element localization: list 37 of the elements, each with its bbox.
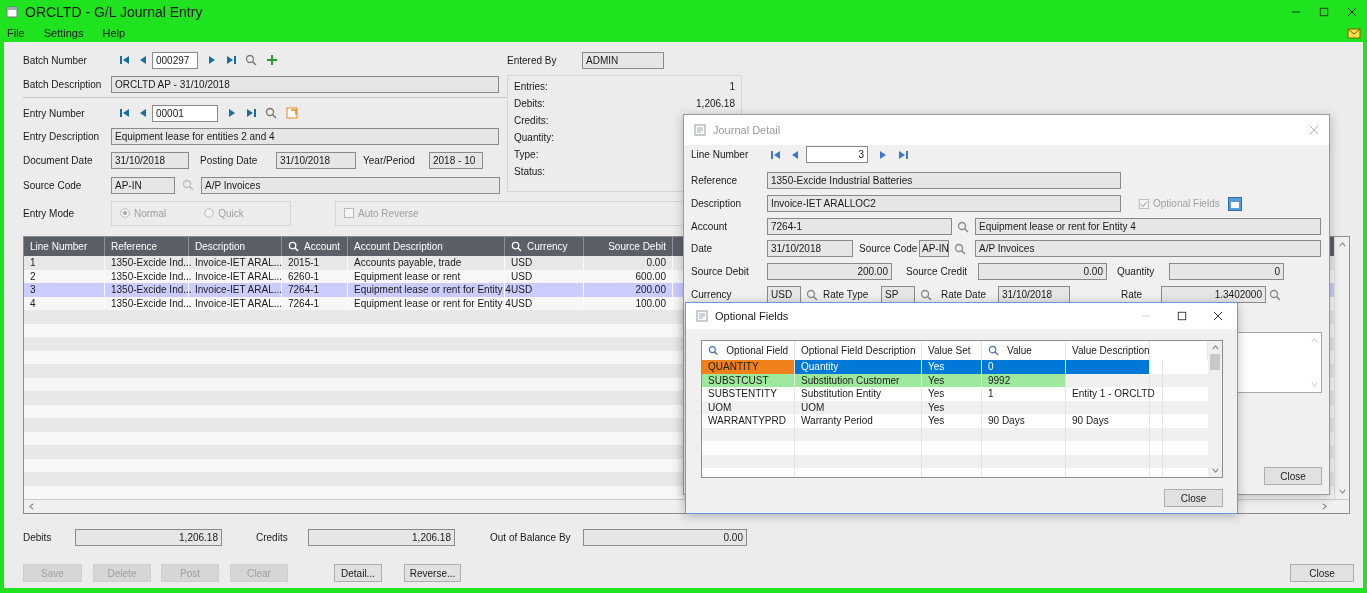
field-label: Source Code: [23, 179, 83, 191]
field-label: Currency: [691, 289, 733, 300]
summary-label: Quantity:: [514, 132, 555, 143]
window-title: ORCLTD - G/L Journal Entry: [25, 4, 203, 20]
field-label: Posting Date: [200, 154, 259, 166]
total-label: Debits: [23, 531, 53, 543]
field-label: Description: [691, 198, 743, 209]
field-label: Rate Type: [823, 289, 870, 300]
field-label: Account: [691, 221, 729, 232]
total-field: 0.00: [583, 528, 747, 546]
summary-label: Debits:: [514, 98, 546, 109]
summary-value: 1,206.18: [696, 98, 735, 109]
field-label: Batch Number: [23, 54, 88, 66]
field-label: Year/Period: [363, 154, 416, 166]
field-label: Entry Mode: [23, 207, 76, 219]
total-label: Credits: [256, 531, 289, 543]
field-label: Entry Number: [23, 107, 86, 119]
total-field: 1,206.18: [308, 528, 455, 546]
field-label: Source Code: [859, 243, 919, 254]
summary-label: Type:: [514, 149, 539, 160]
summary-label: Status:: [514, 166, 546, 177]
dialog-title: Journal Detail: [713, 124, 781, 136]
field-label: Reference: [691, 175, 739, 186]
summary-label: Credits:: [514, 115, 549, 126]
field-label: Rate Date: [941, 289, 988, 300]
field-label: Entry Description: [23, 130, 101, 142]
field-label: Entered By: [507, 54, 558, 66]
field-label: Document Date: [23, 154, 94, 166]
field-label: Batch Description: [23, 78, 103, 90]
summary-label: Entries:: [514, 81, 548, 92]
field-label: Date: [691, 243, 714, 254]
summary-value: 1: [729, 81, 735, 92]
field-label: Rate: [1121, 289, 1144, 300]
total-field: 1,206.18: [75, 528, 222, 546]
dialog-title: Optional Fields: [715, 310, 789, 322]
total-label: Out of Balance By: [490, 531, 572, 543]
field-label: Line Number: [691, 149, 750, 160]
